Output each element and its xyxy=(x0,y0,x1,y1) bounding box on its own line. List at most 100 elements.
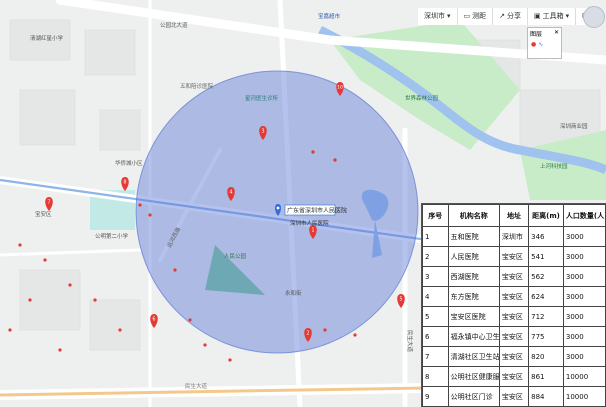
results-table: 序号 机构名称 地址 距离(m) 人口数量(人) 1 五和医院 深圳市 346 3000… xyxy=(422,204,606,407)
table-header-row: 序号 机构名称 地址 距离(m) 人口数量(人) xyxy=(422,204,606,227)
pin-icon: ● ∿ xyxy=(531,41,544,48)
share-label: 分享 xyxy=(507,12,522,20)
table-cell: 3000 xyxy=(562,266,606,287)
table-cell: 清湖社区卫生站 xyxy=(447,346,500,367)
table-row[interactable]: 1 五和医院 深圳市 346 3000 xyxy=(422,226,606,247)
table-cell: 712 xyxy=(528,306,564,327)
table-row[interactable]: 5 宝安区医院 宝安区 712 3000 xyxy=(422,306,606,327)
table-cell: 10000 xyxy=(562,366,606,387)
table-cell: 西湖医院 xyxy=(447,266,500,287)
table-cell: 7 xyxy=(422,346,449,367)
table-cell: 3000 xyxy=(562,286,606,307)
table-cell: 宝安区 xyxy=(498,286,530,307)
table-cell: 3000 xyxy=(562,326,606,347)
table-cell: 3 xyxy=(422,266,449,287)
label-road-right: 民生大道 xyxy=(406,330,414,353)
table-cell: 宝安区医院 xyxy=(447,306,500,327)
label-park: 世界森林公园 xyxy=(405,94,439,102)
center-sub-label: 深圳市人民医院 xyxy=(290,219,329,227)
chevron-down-icon: ▾ xyxy=(565,12,570,20)
table-cell: 福永镇中心卫生院 xyxy=(447,326,500,347)
line-icon: ∿ xyxy=(538,41,544,48)
table-row[interactable]: 2 人民医院 宝安区 541 3000 xyxy=(422,246,606,267)
table-cell: 820 xyxy=(528,346,564,367)
table-cell: 5 xyxy=(422,306,449,327)
table-cell: 宝安区 xyxy=(498,306,530,327)
table-cell: 3000 xyxy=(562,346,606,367)
table-cell: 775 xyxy=(528,326,564,347)
table-cell: 五和医院 xyxy=(447,226,500,247)
table-cell: 624 xyxy=(528,286,564,307)
table-cell: 1 xyxy=(422,226,449,247)
table-cell: 562 xyxy=(528,266,564,287)
ruler-icon: ▭ xyxy=(463,12,471,20)
table-row[interactable]: 6福永镇中心卫生院宝安区7753000 xyxy=(422,326,606,347)
label-top-store: 宝嘉超市 xyxy=(318,12,341,20)
center-label: 广东省深圳市人民医院 xyxy=(287,207,347,215)
svg-text:5: 5 xyxy=(399,297,402,303)
tools-label: 工具箱 xyxy=(542,12,564,20)
svg-text:2: 2 xyxy=(306,331,309,337)
table-row[interactable]: 4 东方医院 宝安区 624 3000 xyxy=(422,286,606,307)
col-header-distance: 距离(m) xyxy=(528,204,564,227)
table-cell: 宝安区 xyxy=(498,246,530,267)
table-cell: 9 xyxy=(422,386,449,407)
table-cell: 541 xyxy=(528,246,564,267)
label-right-far: 深圳商业园 xyxy=(560,122,588,130)
measure-label: 测距 xyxy=(472,12,487,20)
table-cell: 2 xyxy=(422,246,449,267)
table-cell: 3000 xyxy=(562,306,606,327)
share-icon: ↗ xyxy=(499,12,506,20)
table-cell: 宝安区 xyxy=(498,386,530,407)
table-cell: 884 xyxy=(528,386,564,407)
table-cell: 10000 xyxy=(562,386,606,407)
chevron-down-icon: ▾ xyxy=(447,12,451,20)
table-row[interactable]: 3 西湖医院 宝安区 562 3000 xyxy=(422,266,606,287)
svg-text:4: 4 xyxy=(229,190,232,196)
table-cell: 6 xyxy=(422,326,449,347)
svg-text:6: 6 xyxy=(152,317,155,323)
table-cell: 人民医院 xyxy=(447,246,500,267)
city-label: 深圳市 xyxy=(424,12,445,20)
table-row[interactable]: 7 清湖社区卫生站 宝安区 820 3000 xyxy=(422,346,606,367)
table-cell: 深圳市 xyxy=(498,226,530,247)
tools-button[interactable]: ▣ 工具箱 ▾ xyxy=(528,8,577,25)
table-cell: 3000 xyxy=(562,226,606,247)
table-cell: 公明社区健康服务中心 xyxy=(447,366,500,387)
layer-panel-title: 图层 xyxy=(530,31,543,38)
svg-text:7: 7 xyxy=(47,200,50,206)
table-row[interactable]: 9 公明社区门诊 宝安区 884 10000 xyxy=(422,386,606,407)
table-cell: 3000 xyxy=(562,246,606,267)
col-header-name: 机构名称 xyxy=(447,204,500,227)
table-cell: 4 xyxy=(422,286,449,307)
svg-text:8: 8 xyxy=(123,180,126,186)
layer-panel[interactable]: 图层 ✕ ● ∿ xyxy=(527,27,562,59)
svg-text:1: 1 xyxy=(311,228,314,234)
table-cell: 公明社区门诊 xyxy=(447,386,500,407)
label-left-top: 清湖红星小学 xyxy=(30,34,64,42)
avatar[interactable] xyxy=(583,6,605,28)
label-right-green: 上河科技园 xyxy=(540,162,568,170)
table-cell: 宝安区 xyxy=(498,266,530,287)
label-bottom-left: 宝安区 xyxy=(35,210,52,218)
label-road-bottom: 民生大道 xyxy=(185,382,208,390)
table-cell: 宝安区 xyxy=(498,346,530,367)
label-bottom-mid: 永和街 xyxy=(285,289,302,297)
col-header-population: 人口数量(人) xyxy=(562,204,606,227)
label-school: 公明第二小学 xyxy=(95,232,129,240)
table-cell: 宝安区 xyxy=(498,366,530,387)
toolbox-icon: ▣ xyxy=(534,12,541,20)
map-toolbar: 深圳市 ▾ ▭ 测距 ↗ 分享 ▣ 工具箱 ▾ ⌨ xyxy=(418,8,600,25)
label-garden: 人民公园 xyxy=(224,253,247,260)
table-cell: 8 xyxy=(422,366,449,387)
table-row[interactable]: 8公明社区健康服务中心宝安区86110000 xyxy=(422,366,606,387)
col-header-address: 地址 xyxy=(498,204,530,227)
share-button[interactable]: ↗ 分享 xyxy=(493,8,529,25)
close-icon[interactable]: ✕ xyxy=(554,29,559,38)
city-selector[interactable]: 深圳市 ▾ xyxy=(418,8,458,25)
table-cell: 346 xyxy=(528,226,564,247)
measure-button[interactable]: ▭ 测距 xyxy=(457,8,494,25)
label-clinic: 星河医生诊所 xyxy=(245,94,279,102)
svg-text:10: 10 xyxy=(337,85,343,91)
label-hospital-a: 五和陪诊医院 xyxy=(180,82,214,90)
